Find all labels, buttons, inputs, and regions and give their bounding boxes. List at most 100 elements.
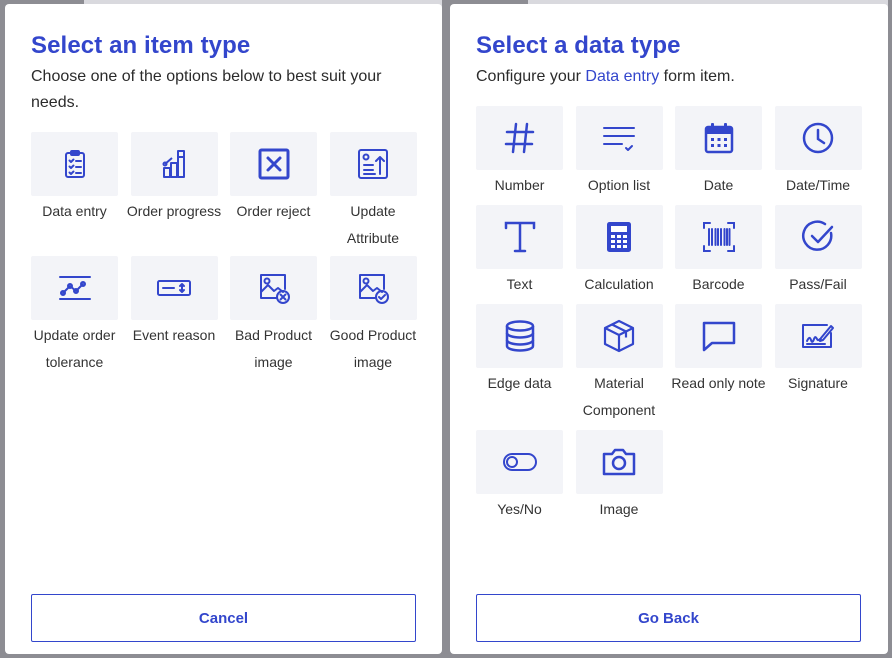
tile-icon-box	[230, 132, 317, 196]
progress-chart-icon	[162, 150, 185, 178]
camera-icon	[602, 448, 636, 476]
data-type-date-time[interactable]: Date/Time	[774, 106, 862, 199]
tile-icon-box	[476, 106, 563, 170]
data-type-pass-fail[interactable]: Pass/Fail	[774, 205, 862, 298]
tile-icon-box	[130, 132, 218, 196]
tile-icon-box	[675, 304, 762, 368]
item-type-event-reason[interactable]: Event reason	[130, 256, 218, 376]
barcode-icon	[702, 222, 735, 252]
tile-icon-box	[130, 256, 218, 320]
data-type-text[interactable]: Text	[476, 205, 563, 298]
data-type-image[interactable]: Image	[575, 430, 663, 523]
data-type-yes-no[interactable]: Yes/No	[476, 430, 563, 523]
tile-label: Number	[494, 177, 545, 193]
dialog-subtitle: Configure your Data entry form item.	[476, 64, 856, 90]
subtitle-text: form item.	[659, 68, 735, 85]
message-icon	[702, 321, 735, 352]
text-icon	[504, 221, 535, 253]
tile-icon-box	[31, 256, 118, 320]
tile-label: Update Attribute	[346, 203, 400, 246]
toggle-icon	[502, 453, 537, 471]
tile-icon-box	[675, 205, 762, 269]
tile-label: Order progress	[126, 203, 222, 219]
tile-icon-box	[476, 205, 563, 269]
tile-icon-box	[476, 304, 563, 368]
item-type-update-order-tolerance[interactable]: Update order tolerance	[31, 256, 118, 376]
tile-label: Calculation	[584, 276, 654, 292]
tile-icon-box	[230, 256, 317, 320]
tile-label: Date	[703, 177, 734, 193]
tile-label: Bad Product image	[234, 327, 313, 370]
data-entry-link[interactable]: Data entry	[585, 68, 659, 85]
tile-icon-box	[774, 304, 862, 368]
signature-icon	[802, 324, 834, 348]
tolerance-icon	[58, 276, 91, 300]
tile-label: Good Product image	[329, 327, 417, 370]
item-type-good-product-image[interactable]: Good Product image	[329, 256, 417, 376]
clipboard-list-icon	[64, 150, 85, 178]
data-type-material-component[interactable]: Material Component	[575, 304, 663, 424]
tile-label: Pass/Fail	[789, 276, 847, 292]
data-type-grid: Number Option list Date Date/Time Text C…	[476, 106, 862, 523]
tile-label: Option list	[587, 177, 651, 193]
data-type-date[interactable]: Date	[675, 106, 762, 199]
tile-icon-box	[575, 304, 663, 368]
calendar-icon	[704, 123, 733, 154]
go-back-button[interactable]: Go Back	[476, 594, 861, 642]
item-type-update-attribute[interactable]: Update Attribute	[329, 132, 417, 252]
clock-icon	[802, 122, 834, 154]
tile-label: Order reject	[236, 203, 311, 219]
data-type-calculation[interactable]: Calculation	[575, 205, 663, 298]
item-type-grid: Data entry Order progress Order reject U…	[31, 132, 417, 376]
tile-label: Data entry	[42, 203, 107, 219]
subtitle-text: Configure your	[476, 68, 586, 85]
data-type-option-list[interactable]: Option list	[575, 106, 663, 199]
item-type-order-reject[interactable]: Order reject	[230, 132, 317, 252]
data-type-edge-data[interactable]: Edge data	[476, 304, 563, 424]
event-reason-icon	[157, 280, 191, 296]
item-type-bad-product-image[interactable]: Bad Product image	[230, 256, 317, 376]
item-type-dialog: Select an item type Choose one of the op…	[5, 4, 442, 654]
item-type-data-entry[interactable]: Data entry	[31, 132, 118, 252]
box-icon	[603, 319, 635, 353]
tile-label: Edge data	[487, 375, 552, 391]
data-type-read-only-note[interactable]: Read only note	[671, 304, 766, 424]
data-type-number[interactable]: Number	[476, 106, 563, 199]
tile-icon-box	[575, 205, 663, 269]
tile-label: Text	[506, 276, 533, 292]
tile-label: Read only note	[671, 375, 766, 391]
cancel-button[interactable]: Cancel	[31, 594, 416, 642]
hash-icon	[504, 122, 534, 154]
calculator-icon	[607, 222, 631, 252]
tile-icon-box	[31, 132, 118, 196]
tile-icon-box	[575, 106, 663, 170]
tile-label: Update order tolerance	[33, 327, 116, 370]
check-circle-icon	[802, 220, 834, 251]
dialog-title: Select an item type	[31, 32, 251, 59]
tile-label: Material Component	[582, 375, 656, 418]
bad-image-icon	[259, 274, 290, 304]
data-type-signature[interactable]: Signature	[774, 304, 862, 424]
data-type-dialog: Select a data type Configure your Data e…	[450, 4, 888, 654]
dialog-subtitle: Choose one of the options below to best …	[31, 68, 382, 111]
tile-icon-box	[575, 430, 663, 494]
database-icon	[505, 320, 534, 352]
tile-icon-box	[329, 256, 417, 320]
tile-icon-box	[774, 106, 862, 170]
item-type-order-progress[interactable]: Order progress	[127, 132, 221, 252]
tile-label: Yes/No	[497, 501, 542, 517]
tile-label: Image	[599, 501, 639, 517]
tile-icon-box	[329, 132, 417, 196]
tile-label: Event reason	[132, 327, 216, 343]
tile-label: Date/Time	[785, 177, 851, 193]
option-list-icon	[603, 127, 635, 151]
data-type-barcode[interactable]: Barcode	[675, 205, 762, 298]
good-image-icon	[359, 274, 389, 304]
tile-label: Signature	[788, 375, 848, 391]
tile-label: Barcode	[692, 276, 745, 292]
update-attribute-icon	[358, 149, 388, 179]
tile-icon-box	[774, 205, 862, 269]
tile-icon-box	[476, 430, 563, 494]
tile-icon-box	[675, 106, 762, 170]
dialog-title: Select a data type	[476, 32, 681, 59]
